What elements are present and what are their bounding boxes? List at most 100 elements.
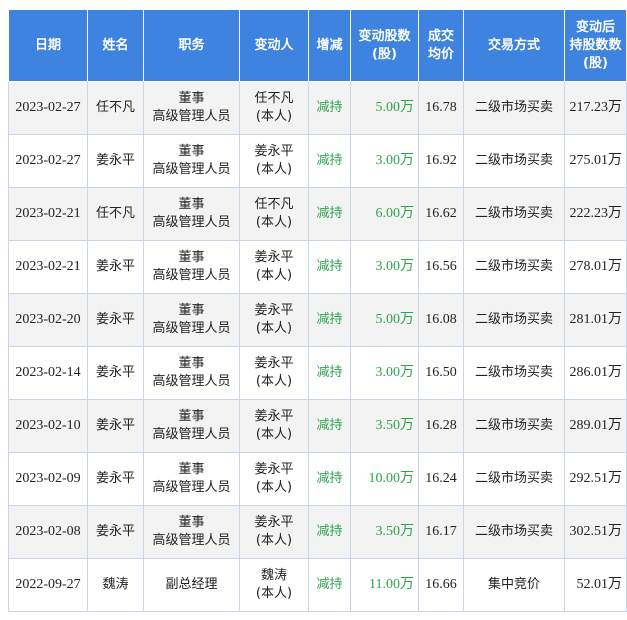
cell-position-line2: 高级管理人员 [152,215,231,230]
cell-quantity: 3.00万 [350,134,419,188]
cell-name: 姜永平 [87,505,144,559]
cell-actor-line1: 姜永平 [254,356,294,371]
cell-date: 2023-02-10 [8,399,88,453]
cell-position: 副总经理 [143,558,240,612]
cell-position-line1: 董事 [178,409,205,424]
cell-position-line1: 副总经理 [165,577,218,592]
table-row: 2023-02-09 姜永平 董事 高级管理人员 姜永平 (本人) 减持 10.00万 16.2… [8,452,627,506]
header-price-line2: 均价 [427,46,454,62]
header-holding-line2: 持股数数 [569,37,622,53]
cell-date: 2023-02-21 [8,240,88,294]
cell-position-line1: 董事 [178,515,205,530]
cell-actor: 姜永平 (本人) [239,346,309,400]
cell-date: 2023-02-14 [8,346,88,400]
cell-quantity: 3.00万 [350,346,419,400]
cell-actor: 姜永平 (本人) [239,240,309,294]
cell-actor-line2: (本人) [255,162,293,177]
cell-holding: 217.23万 [564,81,627,135]
cell-direction: 减持 [308,452,351,506]
cell-actor-line1: 姜永平 [254,250,294,265]
cell-direction: 减持 [308,134,351,188]
cell-name: 姜永平 [87,240,144,294]
header-date: 日期 [8,9,88,82]
table-row: 2023-02-20 姜永平 董事 高级管理人员 姜永平 (本人) 减持 5.00万 16.08… [8,293,627,347]
cell-position-line1: 董事 [178,356,205,371]
cell-mode: 二级市场买卖 [463,240,565,294]
cell-name: 魏涛 [87,558,144,612]
cell-mode: 二级市场买卖 [463,399,565,453]
cell-position-line2: 高级管理人员 [152,374,231,389]
cell-actor: 任不凡 (本人) [239,81,309,135]
cell-actor-line1: 任不凡 [254,91,294,106]
header-row: 日期 姓名 职务 变动人 增减 变动股数 (股) 成交 均价 交易方式 变动后 … [8,9,627,82]
cell-actor: 姜永平 (本人) [239,505,309,559]
cell-quantity: 3.50万 [350,505,419,559]
cell-direction: 减持 [308,81,351,135]
cell-actor-line2: (本人) [255,109,293,124]
cell-mode: 集中竞价 [463,558,565,612]
cell-price: 16.92 [418,134,464,188]
cell-mode: 二级市场买卖 [463,293,565,347]
cell-date: 2023-02-27 [8,81,88,135]
cell-mode: 二级市场买卖 [463,81,565,135]
cell-position-line2: 高级管理人员 [152,427,231,442]
cell-holding: 52.01万 [564,558,627,612]
cell-actor: 姜永平 (本人) [239,293,309,347]
cell-quantity: 3.50万 [350,399,419,453]
header-direction: 增减 [308,9,351,82]
header-price: 成交 均价 [418,9,464,82]
cell-holding: 286.01万 [564,346,627,400]
cell-position-line2: 高级管理人员 [152,162,231,177]
cell-holding: 289.01万 [564,399,627,453]
cell-quantity: 10.00万 [350,452,419,506]
cell-mode: 二级市场买卖 [463,134,565,188]
cell-position-line2: 高级管理人员 [152,480,231,495]
cell-actor-line2: (本人) [255,374,293,389]
cell-mode: 二级市场买卖 [463,187,565,241]
table-row: 2023-02-10 姜永平 董事 高级管理人员 姜永平 (本人) 减持 3.50万 16.28… [8,399,627,453]
cell-price: 16.28 [418,399,464,453]
header-quantity-line1: 变动股数 [358,28,411,44]
cell-actor-line1: 姜永平 [254,515,294,530]
cell-actor-line1: 姜永平 [254,303,294,318]
cell-price: 16.78 [418,81,464,135]
cell-name: 姜永平 [87,399,144,453]
cell-actor-line1: 魏涛 [260,568,287,583]
cell-position: 董事 高级管理人员 [143,134,240,188]
cell-mode: 二级市场买卖 [463,346,565,400]
cell-position-line1: 董事 [178,91,205,106]
cell-holding: 281.01万 [564,293,627,347]
cell-actor-line2: (本人) [255,427,293,442]
table-row: 2023-02-21 任不凡 董事 高级管理人员 任不凡 (本人) 减持 6.00万 16.62… [8,187,627,241]
cell-direction: 减持 [308,399,351,453]
cell-position: 董事 高级管理人员 [143,81,240,135]
header-name: 姓名 [87,9,144,82]
cell-position: 董事 高级管理人员 [143,505,240,559]
cell-direction: 减持 [308,293,351,347]
table-body: 2023-02-27 任不凡 董事 高级管理人员 任不凡 (本人) 减持 5.00万 16.78… [8,81,627,612]
cell-price: 16.50 [418,346,464,400]
cell-position: 董事 高级管理人员 [143,240,240,294]
cell-price: 16.24 [418,452,464,506]
cell-date: 2022-09-27 [8,558,88,612]
header-holding-line1: 变动后 [575,19,615,35]
cell-holding: 275.01万 [564,134,627,188]
header-position: 职务 [143,9,240,82]
cell-date: 2023-02-27 [8,134,88,188]
table-row: 2023-02-27 姜永平 董事 高级管理人员 姜永平 (本人) 减持 3.00万 16.92… [8,134,627,188]
cell-holding: 292.51万 [564,452,627,506]
cell-quantity: 5.00万 [350,293,419,347]
cell-direction: 减持 [308,558,351,612]
cell-date: 2023-02-09 [8,452,88,506]
cell-direction: 减持 [308,240,351,294]
cell-actor-line2: (本人) [255,586,293,601]
cell-position-line1: 董事 [178,144,205,159]
cell-price: 16.56 [418,240,464,294]
table-row: 2023-02-27 任不凡 董事 高级管理人员 任不凡 (本人) 减持 5.00万 16.78… [8,81,627,135]
insider-trading-table: 日期 姓名 职务 变动人 增减 变动股数 (股) 成交 均价 交易方式 变动后 … [8,9,627,612]
cell-position-line1: 董事 [178,462,205,477]
header-quantity: 变动股数 (股) [350,9,419,82]
cell-position-line2: 高级管理人员 [152,268,231,283]
header-price-line1: 成交 [427,28,454,44]
cell-name: 姜永平 [87,293,144,347]
